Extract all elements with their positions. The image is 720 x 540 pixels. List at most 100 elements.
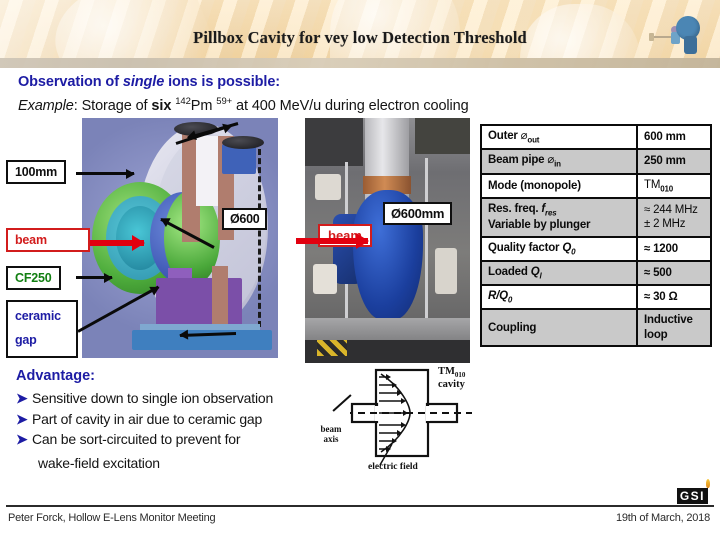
observation-pre: Observation of	[18, 74, 123, 90]
advantage-heading: Advantage:	[16, 368, 95, 384]
header-logo-icon	[648, 14, 706, 58]
photo-rod-right	[425, 158, 428, 323]
coupling-line1: Inductive	[644, 314, 693, 327]
advantage-item-label: Sensitive down to single ion observation	[32, 390, 274, 406]
photo-diameter-label: Ø600mm	[383, 202, 453, 225]
spec-val-beam-pipe: 250 mm	[636, 148, 712, 175]
q-sub: 0	[571, 246, 576, 256]
spec-val-quality-factor: ≈ 1200	[636, 235, 712, 262]
gsi-flame-icon	[706, 479, 710, 488]
photo-white-component-1	[315, 174, 341, 200]
spec-key-sub: out	[527, 135, 540, 145]
cad-dimension-line	[258, 140, 261, 336]
table-row: Outer ⌀out 600 mm	[480, 123, 712, 151]
spec-key-text: Outer	[488, 130, 521, 142]
advantage-item-label: Can be sort-circuited to prevent for	[32, 431, 241, 448]
label-beam-cad: beam	[6, 228, 90, 252]
spec-val-res-freq: ≈ 244 MHz ± 2 MHz	[636, 196, 712, 238]
mode-text: TM	[644, 178, 661, 191]
cavity-cad-image	[82, 118, 278, 358]
footer-date: 19th of March, 2018	[615, 512, 710, 524]
example-line: Example: Storage of six 142Pm 59+ at 400…	[18, 96, 469, 114]
q-symbol: Q	[562, 241, 572, 254]
beam-axis-label: beam axis	[314, 424, 348, 445]
spec-key-line2: Variable by plunger	[488, 219, 591, 232]
bullet-arrow-icon: ➤	[16, 410, 28, 427]
advantage-continuation: wake-field excitation	[38, 455, 160, 471]
spec-key-text: Beam pipe	[488, 154, 548, 167]
table-row: Quality factor Q0 ≈ 1200	[480, 235, 712, 262]
beam-axis-word2: axis	[323, 433, 339, 444]
logo-stem2-icon	[649, 33, 654, 41]
example-word: Example	[18, 97, 74, 114]
spec-key-quality-factor: Quality factor Q0	[480, 235, 638, 262]
list-item: ➤ Can be sort-circuited to prevent for	[16, 429, 346, 450]
cavity-mode-label: TM010 cavity	[438, 366, 465, 391]
spec-key-beam-pipe: Beam pipe ⌀in	[480, 148, 638, 175]
example-energy: at 400 MeV/u during electron cooling	[232, 97, 469, 114]
freq-value: ≈ 244 MHz	[644, 203, 698, 216]
advantage-item-label: Part of cavity in air due to ceramic gap	[32, 410, 263, 427]
example-mass-number: 142	[175, 96, 191, 107]
header-divider-strip	[0, 58, 720, 68]
photo-hazard-stripe	[317, 340, 347, 356]
label-gap-word: gap	[15, 332, 37, 347]
cad-top-flange-2	[222, 136, 264, 149]
cavity-tm-sub: 010	[454, 371, 466, 380]
rq-symbol: R/Q	[488, 290, 508, 303]
example-six: six	[151, 97, 172, 114]
spec-key-r-over-q: R/Q0	[480, 284, 638, 311]
cad-bracket-lower	[212, 266, 228, 328]
advantage-list: ➤ Sensitive down to single ion observati…	[16, 388, 346, 450]
table-row: Res. freq. fres Variable by plunger ≈ 244…	[480, 196, 712, 238]
cavity-spec-table: Outer ⌀out 600 mm Beam pipe ⌀in 250 mm M…	[480, 123, 712, 348]
table-row: Mode (monopole) TM010	[480, 172, 712, 199]
spec-key-text: Quality factor	[488, 241, 563, 254]
label-100mm: 100mm	[6, 160, 67, 184]
bullet-arrow-icon: ➤	[16, 390, 28, 406]
bullet-arrow-icon: ➤	[16, 431, 28, 448]
spec-val-r-over-q: ≈ 30 Ω	[636, 284, 712, 311]
list-item: ➤ Part of cavity in air due to ceramic g…	[16, 409, 346, 430]
spec-key-coupling: Coupling	[480, 308, 638, 348]
beam-axis-word1: beam	[320, 424, 342, 434]
observation-headline: Observation of single ions is possible:	[18, 74, 280, 90]
arrow-cf250	[76, 272, 113, 283]
slide-root: Pillbox Cavity for vey low Detection Thr…	[0, 0, 720, 540]
spec-key-text: Res. freq.	[488, 202, 542, 215]
rq-sub: 0	[507, 295, 513, 305]
spec-key-text: Loaded	[488, 265, 531, 278]
freq-tolerance: ± 2 MHz	[644, 218, 686, 231]
slide-header: Pillbox Cavity for vey low Detection Thr…	[0, 0, 720, 68]
spec-val-mode: TM010	[636, 172, 712, 199]
table-row: Beam pipe ⌀in 250 mm	[480, 148, 712, 175]
photo-white-component-3	[435, 248, 457, 294]
spec-val-loaded-q: ≈ 500	[636, 259, 712, 287]
label-ceramic-gap: ceramic gap	[6, 300, 78, 358]
label-ceramic-word: ceramic	[15, 309, 61, 323]
table-row: R/Q0 ≈ 30 Ω	[480, 284, 712, 311]
spec-key-mode: Mode (monopole)	[480, 172, 638, 199]
spec-key-sub: in	[554, 159, 561, 169]
coupling-line2: loop	[644, 328, 668, 341]
gsi-logo-text: GSI	[676, 488, 708, 504]
spec-val-outer-diameter: 600 mm	[636, 123, 712, 151]
spec-val-coupling: Inductive loop	[636, 308, 712, 348]
table-row: Loaded Ql ≈ 500	[480, 259, 712, 287]
logo-body-icon	[684, 36, 697, 54]
photo-white-component-2	[313, 264, 337, 294]
cad-diameter-label: Ø600	[222, 208, 268, 230]
cavity-word: cavity	[438, 379, 465, 391]
spec-key-outer-diameter: Outer ⌀out	[480, 123, 638, 151]
list-item: ➤ Sensitive down to single ion observati…	[16, 388, 346, 409]
photo-dark-panel-left	[305, 118, 363, 166]
page-title: Pillbox Cavity for vey low Detection Thr…	[193, 28, 527, 47]
electric-field-label: electric field	[368, 462, 418, 472]
spec-key-loaded-q: Loaded Ql	[480, 259, 638, 287]
gsi-logo: GSI	[676, 487, 708, 505]
mode-sub: 010	[660, 183, 673, 193]
arrow-beam-photo	[296, 233, 369, 249]
freq-sub: res	[545, 208, 557, 218]
footer-divider	[6, 505, 714, 507]
observation-post: ions is possible:	[164, 74, 281, 90]
